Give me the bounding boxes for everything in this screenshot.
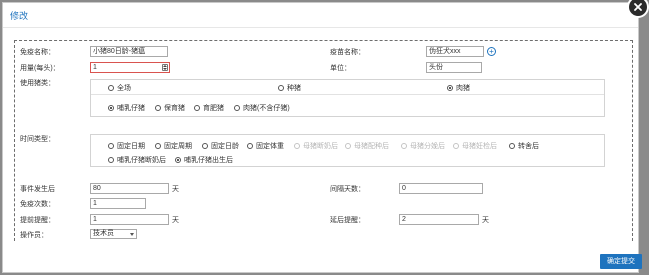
radio-selected-icon bbox=[175, 157, 181, 163]
radio-circle-icon bbox=[453, 143, 459, 149]
radio-fixed-weight[interactable]: 固定体重 bbox=[247, 141, 284, 151]
radio-piglet-weaning[interactable]: 哺乳仔猪断奶后 bbox=[108, 155, 166, 165]
radio-circle-icon bbox=[155, 105, 161, 111]
time-type-box: 固定日期 固定周期 固定日龄 固定体重 母猪断奶后 母猪配种后 母猪分娩后 母猪… bbox=[90, 134, 605, 167]
pig-type-box: 全场 种猪 肉猪 哺乳仔猪 保育猪 育肥猪 肉猪(不含仔猪) bbox=[90, 79, 605, 117]
radio-fixed-age[interactable]: 固定日龄 bbox=[202, 141, 239, 151]
pig-type-label: 使用猪类： bbox=[20, 80, 55, 87]
radio-circle-icon bbox=[194, 105, 200, 111]
radio-fattening-no-piglet[interactable]: 肉猪(不含仔猪) bbox=[234, 103, 290, 113]
post-remind-label: 延后提醒： bbox=[330, 217, 365, 224]
radio-circle-icon bbox=[108, 85, 114, 91]
interval-days-input[interactable]: 0 bbox=[399, 183, 483, 194]
radio-fixed-cycle[interactable]: 固定周期 bbox=[155, 141, 192, 151]
form-area: 免疫名称： 小猪80日龄-猪瘟 疫苗名称： 伪狂犬xxx + 用量(每头)： 1… bbox=[14, 40, 633, 241]
radio-piglet-birth[interactable]: 哺乳仔猪出生后 bbox=[175, 155, 233, 165]
radio-pig-all[interactable]: 全场 bbox=[108, 83, 131, 93]
unit-input[interactable]: 头份 bbox=[426, 62, 482, 73]
post-remind-unit: 天 bbox=[482, 217, 489, 224]
radio-circle-icon bbox=[294, 143, 300, 149]
confirm-submit-button[interactable]: 确定提交 bbox=[600, 254, 642, 269]
radio-circle-icon bbox=[108, 157, 114, 163]
radio-sow-weaning: 母猪断奶后 bbox=[294, 141, 338, 151]
radio-circle-icon bbox=[247, 143, 253, 149]
radio-circle-icon bbox=[401, 143, 407, 149]
radio-circle-icon bbox=[155, 143, 161, 149]
pre-remind-label: 提前提醒： bbox=[20, 217, 55, 224]
times-label: 免疫次数： bbox=[20, 201, 55, 208]
radio-suckling-piglet[interactable]: 哺乳仔猪 bbox=[108, 103, 145, 113]
radio-fixed-date[interactable]: 固定日期 bbox=[108, 141, 145, 151]
pre-remind-unit: 天 bbox=[172, 217, 179, 224]
vaccine-seedling-label: 疫苗名称： bbox=[330, 49, 365, 56]
chevron-down-icon bbox=[130, 233, 134, 236]
radio-finishing-pig[interactable]: 育肥猪 bbox=[194, 103, 224, 113]
interval-days-label: 间隔天数： bbox=[330, 186, 365, 193]
post-remind-input[interactable]: 2 bbox=[399, 214, 479, 225]
close-icon[interactable] bbox=[627, 0, 649, 18]
dosage-label: 用量(每头)： bbox=[20, 65, 60, 72]
radio-pig-breeder[interactable]: 种猪 bbox=[278, 83, 301, 93]
radio-pig-fattening[interactable]: 肉猪 bbox=[447, 83, 470, 93]
radio-selected-icon bbox=[447, 85, 453, 91]
add-vaccine-icon[interactable]: + bbox=[487, 47, 496, 56]
edit-dialog: 修改 免疫名称： 小猪80日龄-猪瘟 疫苗名称： 伪狂犬xxx + 用量(每头)… bbox=[2, 2, 642, 273]
operator-select[interactable]: 技术员 bbox=[90, 229, 137, 239]
dosage-spinner-icon[interactable] bbox=[162, 64, 168, 71]
times-input[interactable]: 1 bbox=[90, 198, 146, 209]
radio-after-transfer[interactable]: 转舍后 bbox=[509, 141, 539, 151]
vaccine-seedling-input[interactable]: 伪狂犬xxx bbox=[426, 46, 484, 57]
operator-value: 技术员 bbox=[93, 230, 114, 237]
time-type-label: 时间类型： bbox=[20, 136, 55, 143]
dosage-input[interactable]: 1 bbox=[90, 62, 170, 73]
event-after-unit: 天 bbox=[172, 186, 179, 193]
dosage-value: 1 bbox=[93, 64, 97, 71]
event-after-label: 事件发生后 bbox=[20, 186, 55, 193]
radio-nursery-pig[interactable]: 保育猪 bbox=[155, 103, 185, 113]
operator-label: 操作员： bbox=[20, 232, 48, 239]
dialog-title: 修改 bbox=[10, 11, 29, 21]
radio-circle-icon bbox=[234, 105, 240, 111]
unit-label: 单位： bbox=[330, 65, 351, 72]
radio-sow-pregnancy-check: 母猪妊检后 bbox=[453, 141, 497, 151]
radio-sow-farrowing: 母猪分娩后 bbox=[401, 141, 445, 151]
event-after-input[interactable]: 80 bbox=[90, 183, 169, 194]
radio-circle-icon bbox=[509, 143, 515, 149]
vaccine-name-input[interactable]: 小猪80日龄-猪瘟 bbox=[90, 46, 168, 57]
pre-remind-input[interactable]: 1 bbox=[90, 214, 169, 225]
radio-selected-icon bbox=[108, 105, 114, 111]
vaccine-name-label: 免疫名称： bbox=[20, 49, 55, 56]
radio-circle-icon bbox=[108, 143, 114, 149]
radio-circle-icon bbox=[278, 85, 284, 91]
radio-circle-icon bbox=[202, 143, 208, 149]
radio-circle-icon bbox=[345, 143, 351, 149]
radio-sow-mating: 母猪配种后 bbox=[345, 141, 389, 151]
title-divider bbox=[3, 27, 638, 28]
